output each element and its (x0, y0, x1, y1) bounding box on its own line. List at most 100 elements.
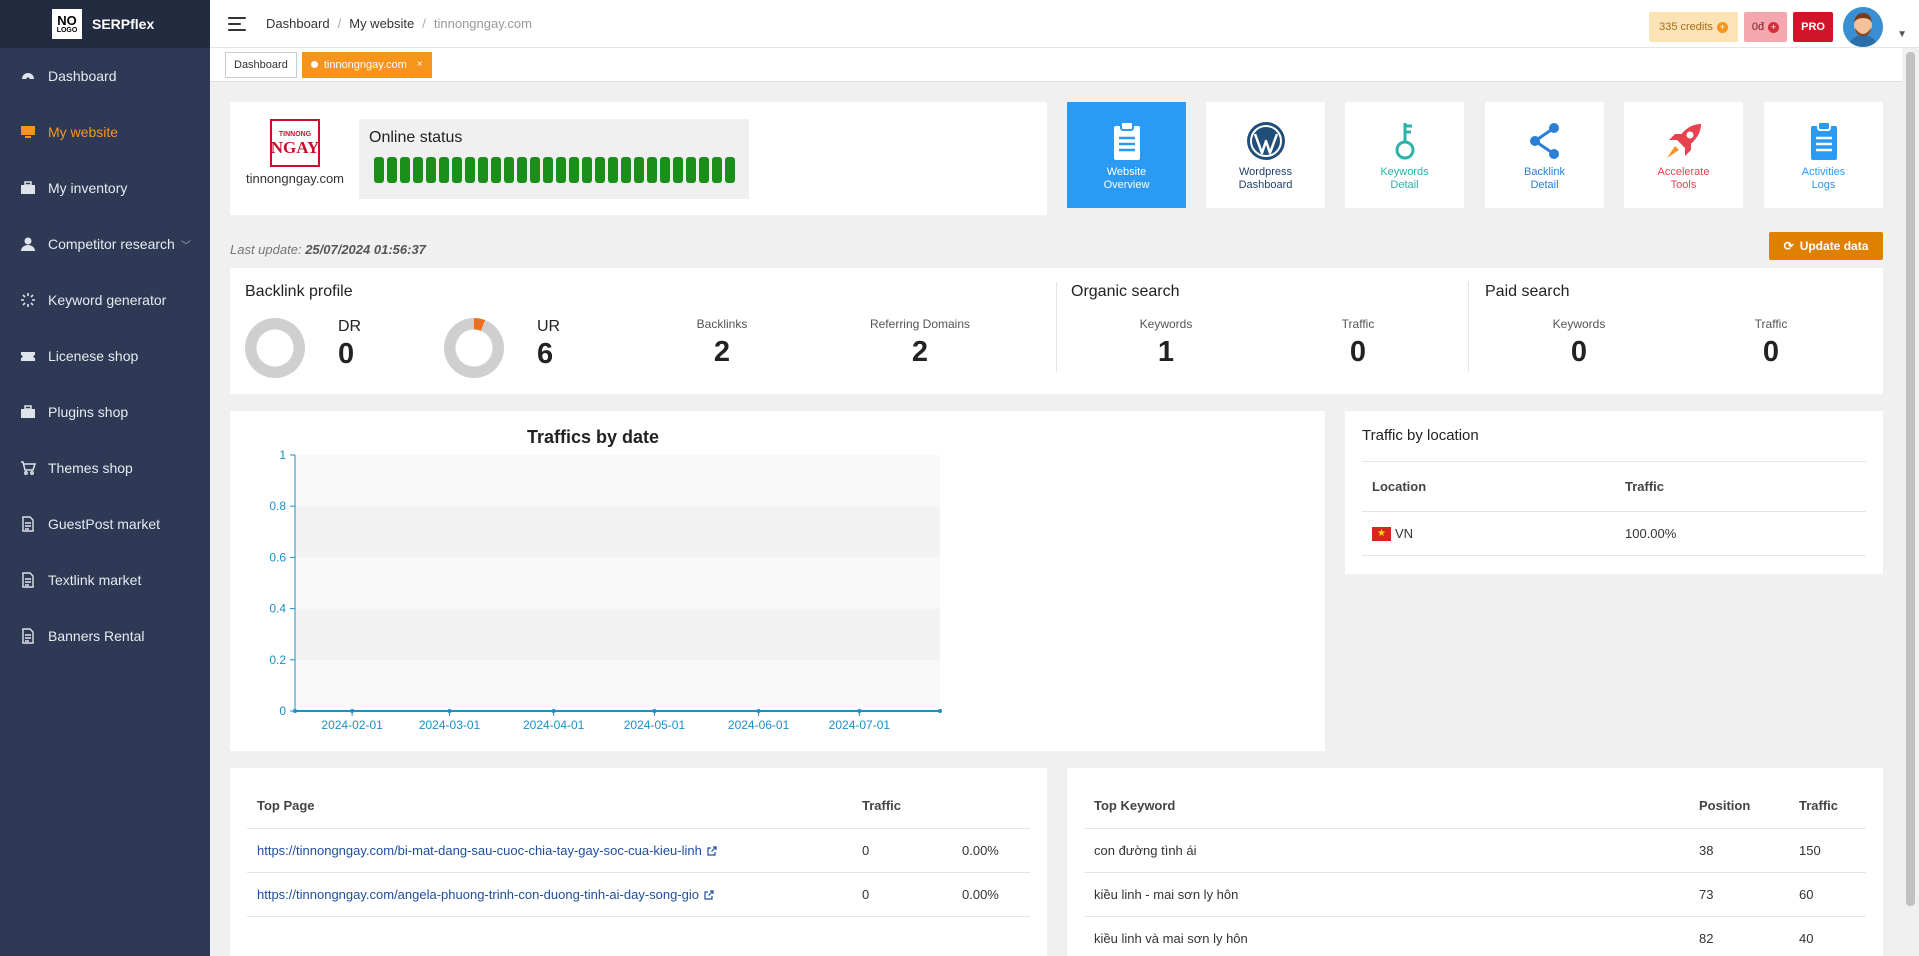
avatar[interactable] (1843, 7, 1883, 47)
sidebar-item-label: Plugins shop (48, 404, 129, 420)
activities-logs-button[interactable]: Activities Logs (1764, 102, 1883, 208)
page-url-link[interactable]: https://tinnongngay.com/angela-phuong-tr… (257, 887, 699, 902)
y-tick-label: 0.2 (269, 653, 286, 667)
breadcrumb-my-website[interactable]: My website (349, 16, 414, 31)
table-row: https://tinnongngay.com/bi-mat-dang-sau-… (247, 828, 1030, 873)
status-bar-segment (595, 157, 605, 183)
credits-badge[interactable]: 335 credits + (1649, 12, 1738, 42)
traffic-header: Traffic (1615, 461, 1866, 512)
y-tick-label: 1 (279, 448, 286, 462)
data-point (447, 709, 452, 713)
sidebar-item-competitor-research[interactable]: Competitor research ﹀ (0, 216, 210, 272)
pro-badge[interactable]: PRO (1793, 12, 1833, 42)
accelerate-tools-button[interactable]: Accelerate Tools (1624, 102, 1743, 208)
dashboard-icon (20, 68, 36, 84)
traffic-location-card: Traffic by location Location Traffic ★ VN … (1345, 411, 1883, 574)
external-link-icon[interactable] (707, 846, 717, 856)
sidebar-item-keyword-generator[interactable]: Keyword generator (0, 272, 210, 328)
sidebar-item-my-website[interactable]: My website (0, 104, 210, 160)
sidebar-item-my-inventory[interactable]: My inventory (0, 160, 210, 216)
ur-donut (444, 318, 504, 378)
location-header: Location (1362, 461, 1615, 512)
brand[interactable]: NO LOGO SERPflex (0, 0, 210, 48)
sidebar-item-label: Themes shop (48, 460, 133, 476)
website-overview-button[interactable]: Website Overview (1067, 102, 1186, 208)
traffic-cell: 60 (1789, 872, 1866, 917)
organic-keywords-label: Keywords (1139, 317, 1193, 331)
sidebar-item-guestpost-market[interactable]: GuestPost market (0, 496, 210, 552)
referring-domains-value: 2 (911, 336, 929, 368)
location-cell: ★ VN (1362, 511, 1615, 556)
update-data-button[interactable]: ⟳ Update data (1769, 232, 1883, 260)
sidebar-item-label: Licenese shop (48, 348, 139, 364)
logo-text-bottom: LOGO (56, 26, 78, 34)
breadcrumb-current: tinnongngay.com (433, 16, 532, 31)
y-tick-label: 0.4 (269, 602, 286, 616)
status-bar-segment (478, 157, 488, 183)
site-logo: TINNONG NGAY (270, 119, 320, 167)
keywords-detail-button[interactable]: Keywords Detail (1345, 102, 1464, 208)
chart-grid-band (295, 506, 940, 558)
sidebar-item-label: Textlink market (48, 572, 142, 588)
status-bar-segment (725, 157, 735, 183)
scrollbar[interactable] (1902, 48, 1919, 956)
sidebar-item-banners-rental[interactable]: Banners Rental (0, 608, 210, 664)
active-dot-icon (310, 61, 318, 68)
sidebar-item-license-shop[interactable]: Licenese shop (0, 328, 210, 384)
breadcrumb-separator: / (337, 16, 342, 31)
status-bar-segment (491, 157, 501, 183)
tab-tinnongngay[interactable]: tinnongngay.com × (301, 51, 432, 78)
spinner-icon (20, 292, 36, 308)
external-link-icon[interactable] (704, 890, 714, 900)
clipboard-icon (1113, 121, 1140, 160)
status-bar-segment (582, 157, 592, 183)
table-row: kiều linh - mai sơn ly hôn 73 60 (1084, 872, 1866, 917)
status-bar-segment (387, 157, 397, 183)
balance-text: 0đ (1751, 21, 1765, 33)
status-bar-segment (517, 157, 527, 183)
cart-icon (20, 460, 36, 476)
sidebar-item-label: My website (48, 124, 119, 140)
paid-keywords-value: 0 (1570, 336, 1588, 368)
menu-toggle-icon[interactable] (228, 16, 246, 31)
data-point (938, 709, 942, 713)
breadcrumb-dashboard[interactable]: Dashboard (266, 16, 330, 31)
chart-grid-band (295, 557, 940, 609)
sidebar-item-themes-shop[interactable]: Themes shop (0, 440, 210, 496)
data-point (551, 709, 556, 713)
data-point (756, 709, 761, 713)
site-logo-bottom: NGAY (270, 137, 320, 157)
status-bar-segment (647, 157, 657, 183)
page-url-link[interactable]: https://tinnongngay.com/bi-mat-dang-sau-… (257, 843, 702, 858)
balance-badge[interactable]: 0đ + (1743, 12, 1788, 42)
top-right-controls: 335 credits + 0đ + PRO ▼ (1649, 7, 1907, 47)
top-page-card: Top Page Traffic https://tinnongngay.com… (230, 768, 1047, 956)
chart-grid-band (295, 455, 940, 507)
user-icon (20, 236, 36, 252)
divider (1056, 282, 1057, 372)
sidebar-item-dashboard[interactable]: Dashboard (0, 48, 210, 104)
online-status-bars (374, 157, 735, 183)
tab-dashboard[interactable]: Dashboard (225, 51, 297, 78)
page-url-cell: https://tinnongngay.com/angela-phuong-tr… (247, 872, 852, 917)
top-page-header: Top Page (247, 784, 852, 829)
tool-label: Website Overview (1103, 166, 1150, 191)
percent-cell: 0.00% (952, 872, 1030, 917)
wordpress-dashboard-button[interactable]: Wordpress Dashboard (1206, 102, 1325, 208)
sidebar-item-plugins-shop[interactable]: Plugins shop (0, 384, 210, 440)
key-icon (1395, 123, 1414, 160)
status-bar-segment (621, 157, 631, 183)
close-icon[interactable]: × (417, 59, 423, 70)
backlink-detail-button[interactable]: Backlink Detail (1485, 102, 1604, 208)
traffic-cell: 0 (852, 872, 952, 917)
scrollbar-thumb[interactable] (1906, 52, 1915, 906)
dr-donut (245, 318, 305, 378)
caret-down-icon[interactable]: ▼ (1897, 29, 1907, 40)
paid-keywords-label: Keywords (1552, 317, 1606, 331)
sidebar-item-label: Keyword generator (48, 292, 167, 308)
status-bar-segment (504, 157, 514, 183)
sidebar-item-textlink-market[interactable]: Textlink market (0, 552, 210, 608)
monitor-icon (20, 124, 36, 140)
x-tick-label: 2024-06-01 (728, 718, 790, 732)
chevron-down-icon: ﹀ (180, 240, 191, 252)
